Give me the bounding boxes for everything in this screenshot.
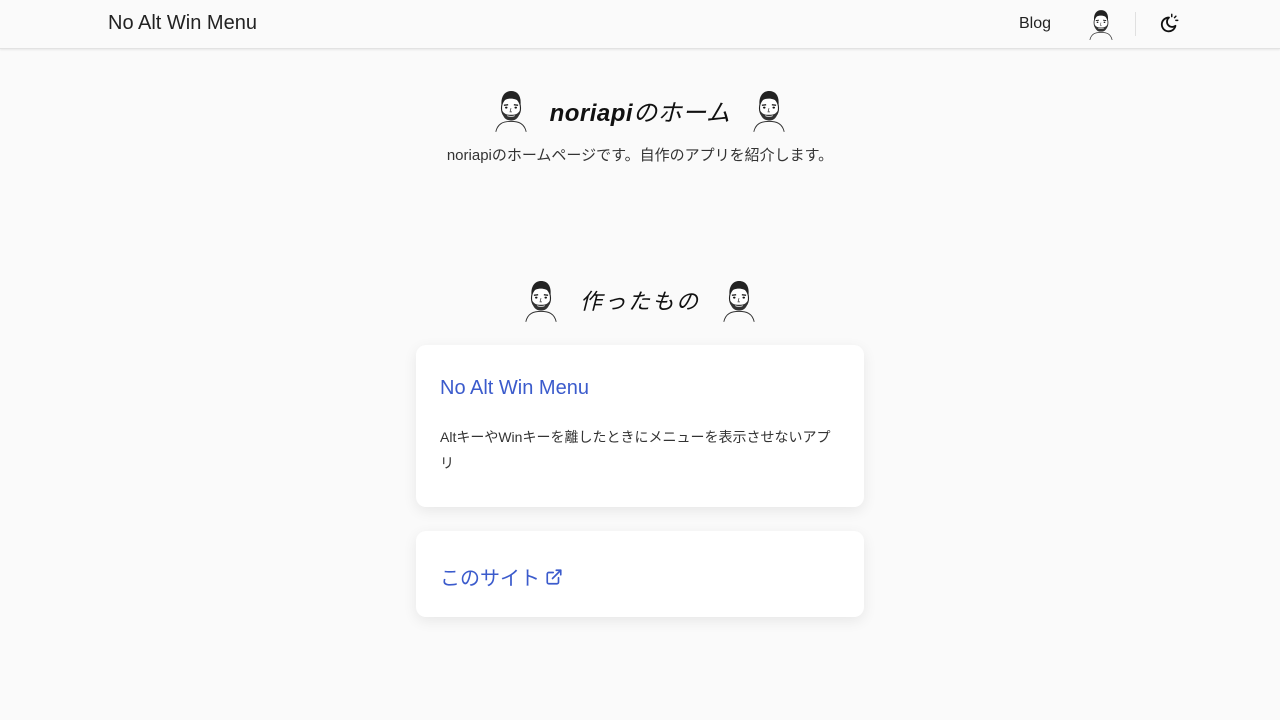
nav-divider (1135, 12, 1136, 36)
project-title-link[interactable]: No Alt Win Menu (440, 377, 840, 400)
face-right-icon (750, 88, 788, 132)
avatar-face-icon[interactable] (1087, 8, 1115, 40)
site-title-link[interactable]: No Alt Win Menu (108, 12, 257, 35)
face-right-icon (720, 278, 758, 322)
page-title-en: noriapi (549, 99, 634, 127)
section-title-row: 作ったもの (0, 278, 1280, 322)
hero-title-row: noriapiのホーム (0, 88, 1280, 132)
page-title: noriapiのホーム (550, 93, 731, 128)
top-navbar: No Alt Win Menu Blog (0, 0, 1280, 49)
external-link-icon (546, 568, 562, 585)
theme-toggle-icon[interactable] (1158, 13, 1180, 35)
site-link[interactable]: このサイト (440, 562, 563, 591)
blog-link[interactable]: Blog (1019, 15, 1051, 33)
project-card: No Alt Win Menu AltキーやWinキーを離したときにメニューを表… (416, 345, 864, 507)
hero-section: noriapiのホーム noriapiのホームページです。自作のアプリを紹介しま… (0, 88, 1280, 165)
site-card: このサイト (416, 531, 864, 617)
face-left-icon (522, 278, 560, 322)
page-title-ja: のホーム (633, 98, 731, 127)
face-left-icon (492, 88, 530, 132)
site-link-label: このサイト (440, 568, 540, 590)
nav-right-group: Blog (1019, 0, 1180, 48)
works-section: 作ったもの (0, 278, 1280, 322)
page-subtitle: noriapiのホームページです。自作のアプリを紹介します。 (446, 147, 834, 164)
project-description: AltキーやWinキーを離したときにメニューを表示させないアプリ (440, 429, 831, 471)
section-title: 作ったもの (579, 290, 700, 315)
